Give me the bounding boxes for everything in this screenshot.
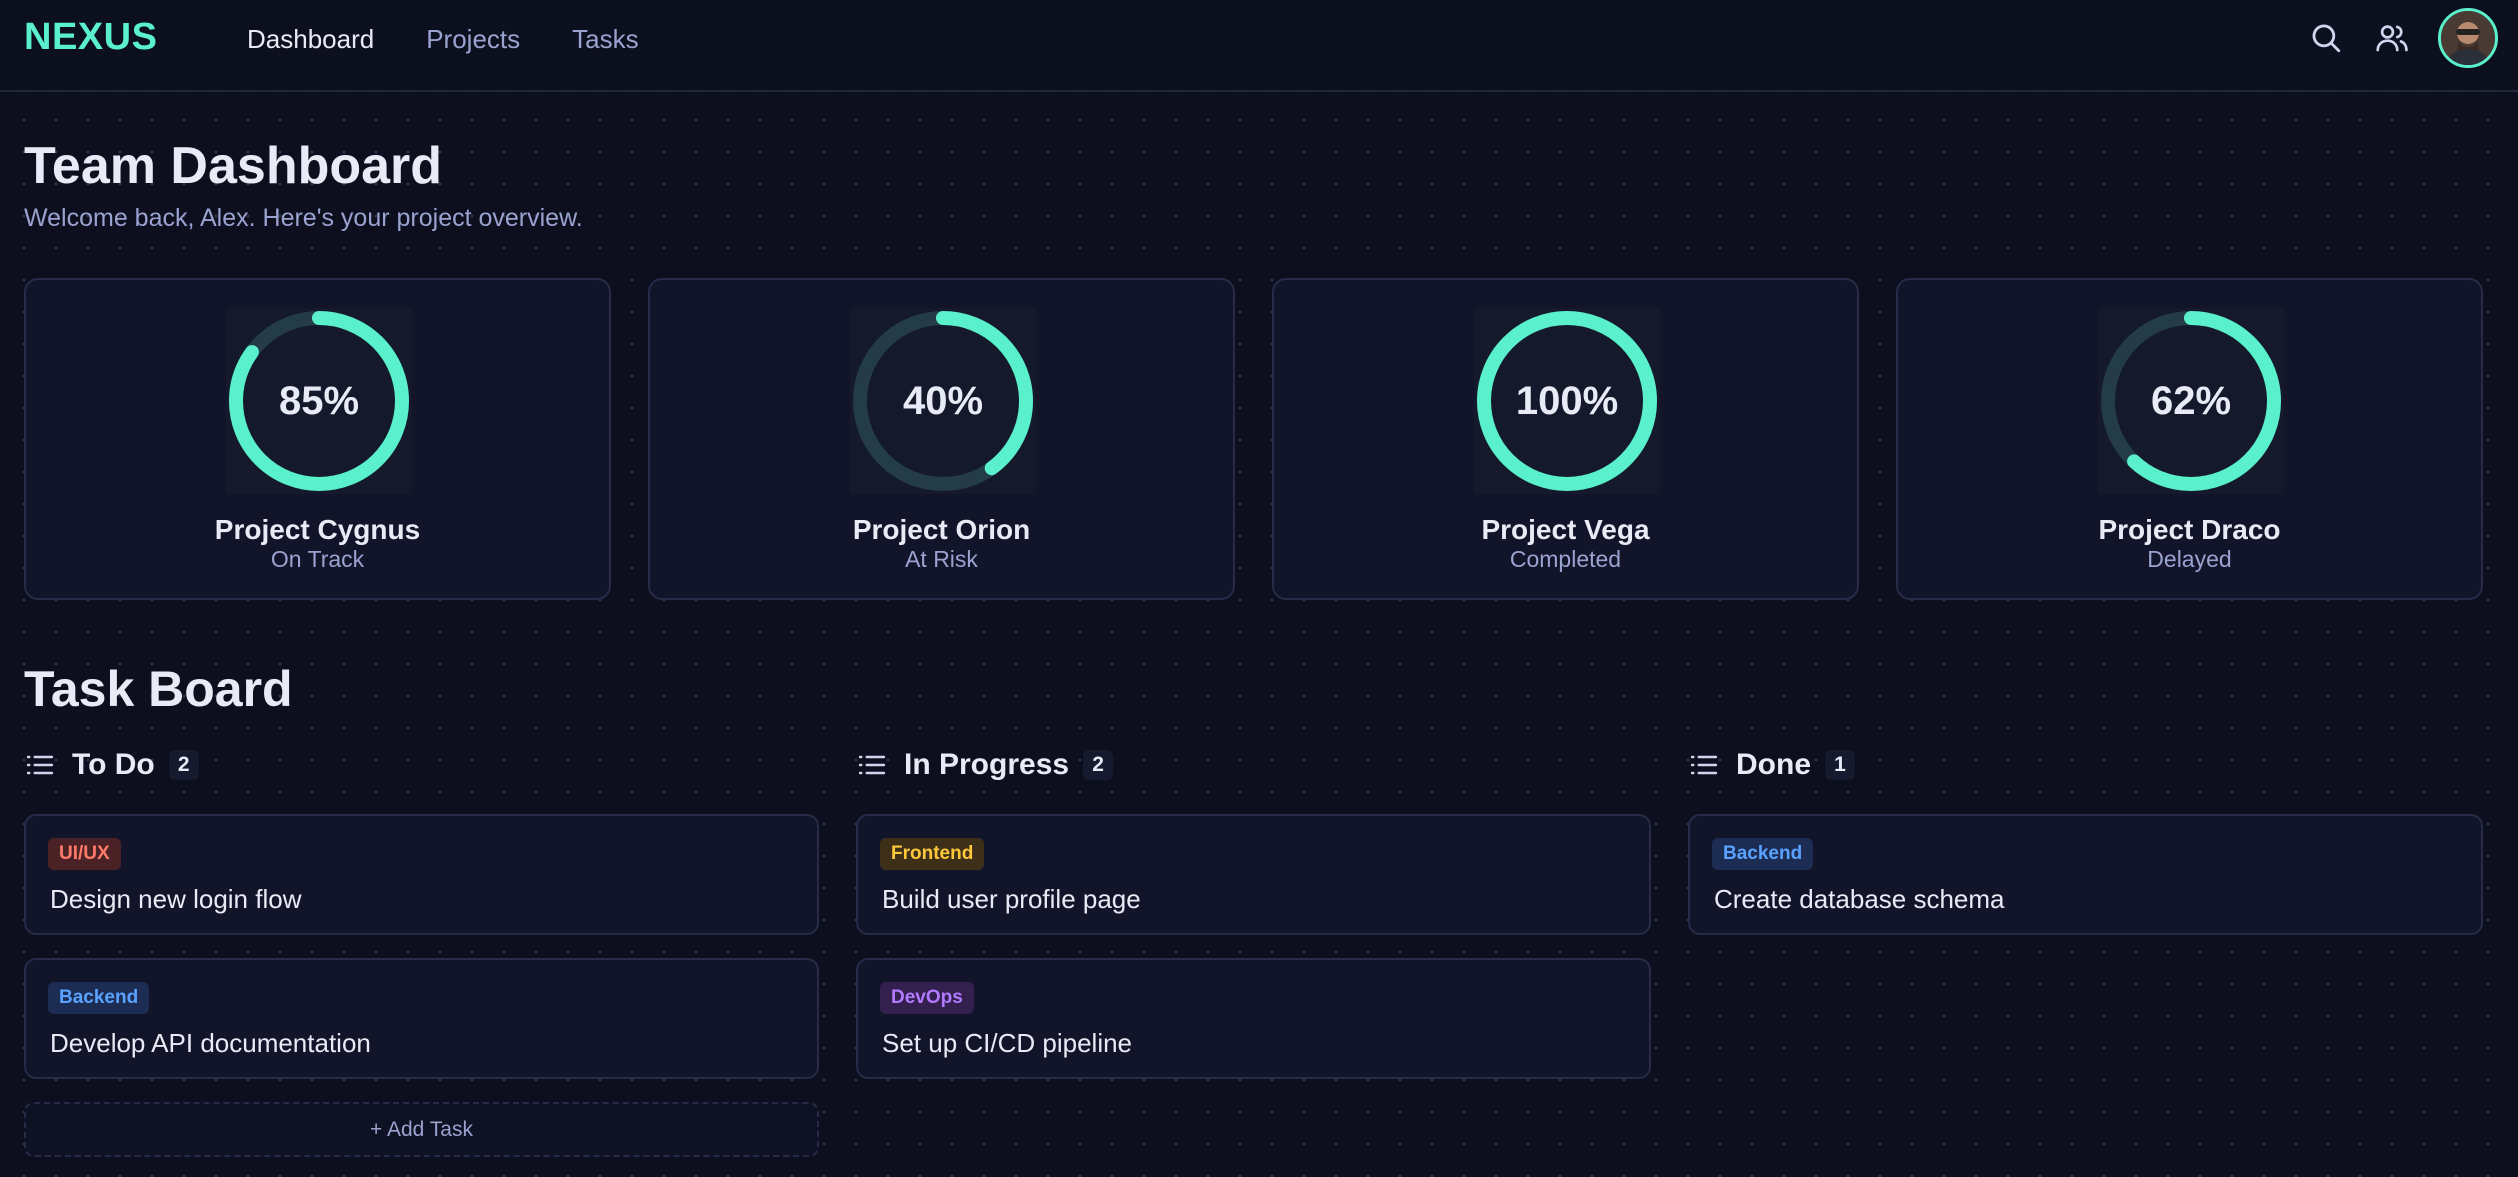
column-header: To Do 2 (24, 748, 819, 782)
progress-percent: 40% (902, 378, 984, 423)
search-icon[interactable] (2306, 18, 2346, 58)
task-tag: Frontend (880, 838, 985, 870)
progress-ring: 62% (2098, 308, 2284, 494)
list-icon (26, 755, 54, 775)
header-actions (2306, 8, 2498, 68)
project-cards: 85% Project Cygnus On Track 40% Project … (24, 278, 2484, 600)
page-subtitle: Welcome back, Alex. Here's your project … (24, 204, 583, 232)
page-title: Team Dashboard (24, 137, 443, 195)
progress-ring: 40% (850, 308, 1036, 494)
app-logo[interactable]: NEXUS (24, 16, 157, 59)
task-card[interactable]: Backend Develop API documentation (24, 958, 819, 1079)
project-status: Delayed (2147, 546, 2232, 572)
project-name: Project Draco (2098, 514, 2281, 545)
task-title: Create database schema (1714, 884, 2005, 914)
column-name: In Progress (904, 748, 1070, 781)
project-status: Completed (1509, 546, 1622, 572)
project-card[interactable]: 100% Project Vega Completed (1272, 278, 1859, 600)
progress-percent: 100% (1515, 378, 1619, 423)
add-task-button[interactable]: + Add Task (24, 1102, 819, 1157)
project-status: On Track (270, 546, 365, 572)
column-todo: To Do 2 UI/UX Design new login flow Back… (24, 748, 819, 1157)
project-name: Project Orion (852, 514, 1031, 545)
task-title: Develop API documentation (50, 1028, 371, 1058)
project-status: At Risk (905, 546, 978, 572)
progress-percent: 62% (2150, 378, 2232, 423)
project-card[interactable]: 85% Project Cygnus On Track (24, 278, 611, 600)
task-tag: Backend (48, 982, 150, 1014)
task-title: Set up CI/CD pipeline (882, 1028, 1133, 1058)
column-name: Done (1736, 748, 1811, 781)
nav-dashboard[interactable]: Dashboard (247, 24, 374, 55)
list-icon (1690, 755, 1718, 775)
column-count-badge: 2 (168, 750, 199, 780)
task-card[interactable]: DevOps Set up CI/CD pipeline (856, 958, 1651, 1079)
project-card[interactable]: 62% Project Draco Delayed (1896, 278, 2483, 600)
task-title: Design new login flow (50, 884, 302, 914)
progress-ring: 100% (1474, 308, 1660, 494)
column-count-badge: 2 (1083, 750, 1114, 780)
nav-projects[interactable]: Projects (426, 24, 520, 55)
task-tag: Backend (1712, 838, 1814, 870)
nav-tasks[interactable]: Tasks (572, 24, 638, 55)
top-navigation-bar: NEXUS Dashboard Projects Tasks (0, 0, 2518, 92)
column-in-progress: In Progress 2 Frontend Build user profil… (856, 748, 1651, 1079)
task-board-title: Task Board (24, 661, 293, 717)
task-tag: DevOps (880, 982, 974, 1014)
task-title: Build user profile page (882, 884, 1141, 914)
task-tag: UI/UX (48, 838, 121, 870)
project-name: Project Cygnus (214, 514, 421, 545)
list-icon (858, 755, 886, 775)
task-card[interactable]: UI/UX Design new login flow (24, 814, 819, 935)
main-nav: Dashboard Projects Tasks (247, 24, 639, 55)
column-done: Done 1 Backend Create database schema (1688, 748, 2483, 935)
avatar[interactable] (2438, 8, 2498, 68)
column-header: Done 1 (1688, 748, 2483, 782)
progress-ring: 85% (226, 308, 412, 494)
project-name: Project Vega (1481, 514, 1650, 545)
progress-percent: 85% (278, 378, 360, 423)
column-name: To Do (72, 748, 155, 781)
task-card[interactable]: Backend Create database schema (1688, 814, 2483, 935)
column-header: In Progress 2 (856, 748, 1651, 782)
task-card[interactable]: Frontend Build user profile page (856, 814, 1651, 935)
column-count-badge: 1 (1825, 750, 1855, 780)
users-icon[interactable] (2372, 18, 2412, 58)
project-card[interactable]: 40% Project Orion At Risk (648, 278, 1235, 600)
